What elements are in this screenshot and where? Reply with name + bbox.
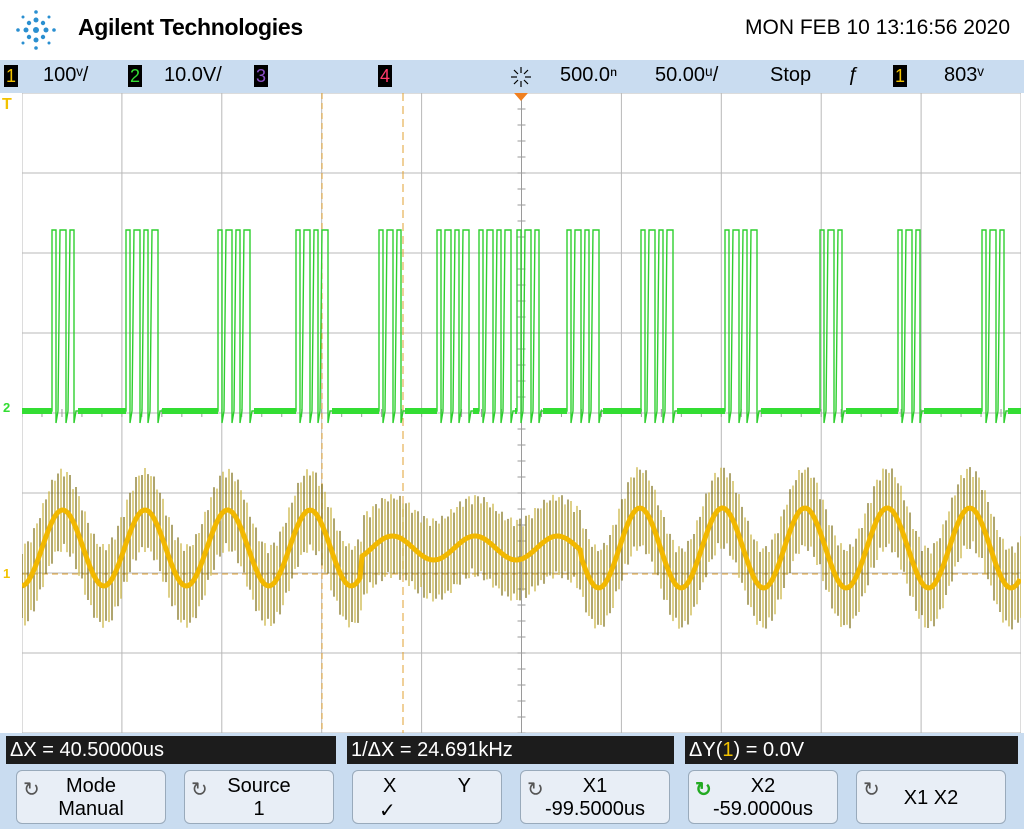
trigger-source[interactable]: 1 [893,65,907,87]
ch2-scale: 10.0V/ [164,64,222,86]
brand-name: Agilent Technologies [78,14,303,40]
x-label: X [383,775,397,797]
x2-label: X2 [750,775,776,797]
ch4-indicator[interactable]: 4 [378,65,392,87]
delta-y-suffix: ) = 0.0V [733,739,805,761]
ch1-scale: 100ᵛ/ [43,64,89,86]
x1-label: X1 [582,775,608,797]
x-checkmark-icon: ✓ [379,800,396,822]
x2-value: -59.0000us [712,798,814,820]
datetime: MON FEB 10 13:16:56 2020 [745,16,1010,39]
acquisition-icon [511,67,531,87]
time-delay: 500.0ⁿ [560,64,618,86]
delta-y-channel: 1 [722,739,734,761]
x1x2-label: X1 X2 [903,787,959,809]
agilent-logo-icon [16,10,56,50]
mode-label: Mode [65,775,117,797]
ch2-waveform [22,229,1021,424]
time-scale: 50.00ᵘ/ [655,64,719,86]
mode-softkey[interactable]: ↻ Mode Manual [16,770,166,824]
trigger-delay-marker [514,93,528,101]
x1x2-softkey[interactable]: ↻ X1 X2 [856,770,1006,824]
x1-softkey[interactable]: ↻ X1 -99.5000us [520,770,670,824]
ch3-indicator[interactable]: 3 [254,65,268,87]
trigger-position-marker: T [2,96,12,113]
ch2-indicator[interactable]: 2 [128,65,142,87]
x1-value: -99.5000us [544,798,646,820]
delta-y-readout: ΔY(1) = 0.0V [685,736,1018,764]
inverse-delta-x-readout: 1/ΔX = 24.691kHz [347,736,674,764]
y-label: Y [457,775,471,797]
ch2-ground-marker[interactable]: 2 [3,400,10,415]
ch1-ground-marker[interactable]: 1 [3,566,10,581]
source-softkey[interactable]: ↻ Source 1 [184,770,334,824]
scope-display[interactable] [22,93,1021,733]
ch1-indicator[interactable]: 1 [4,65,18,87]
run-state[interactable]: Stop [770,64,811,87]
x2-softkey[interactable]: ↻ X2 -59.0000us [688,770,838,824]
source-value: 1 [253,798,265,820]
delta-x-readout: ΔX = 40.50000us [6,736,336,764]
delta-y-prefix: ΔY( [689,739,723,761]
source-label: Source [227,775,291,797]
trigger-slope-icon: ƒ [848,64,860,86]
mode-value: Manual [58,798,124,820]
waveform-canvas [22,93,1021,733]
xy-softkey[interactable]: X Y ✓ [352,770,502,824]
trigger-level: 803ᵛ [944,64,984,86]
status-bar: 1 100ᵛ/ 2 10.0V/ 3 4 500.0ⁿ 50.00ᵘ/ Stop… [0,60,1024,93]
